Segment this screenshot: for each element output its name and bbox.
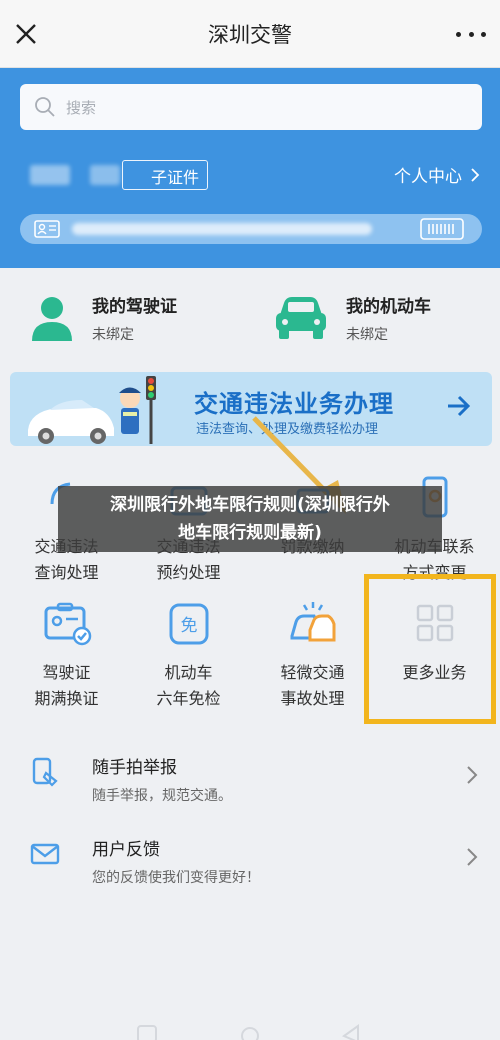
license-status: 未绑定	[92, 327, 134, 343]
vehicle-title: 我的机动车	[346, 297, 431, 317]
license-renewal[interactable]: 驾驶证 期满换证	[4, 600, 129, 712]
car-icon	[276, 297, 326, 339]
personal-center-link[interactable]: 个人中心	[394, 162, 480, 187]
grid-label: 轻微交通	[280, 663, 345, 682]
feature-list: 随手拍举报 随手举报，规范交通。 用户反馈 您的反馈使我们变得更好！	[0, 735, 500, 905]
account-header: 搜索 子证件 个人中心	[0, 68, 500, 268]
license-row: 我的驾驶证 未绑定 我的机动车 未绑定	[0, 268, 500, 366]
search-bar[interactable]: 搜索	[20, 84, 482, 130]
search-icon	[35, 97, 55, 117]
banner-illustration	[28, 376, 156, 444]
identity-row: 子证件 个人中心	[30, 160, 480, 190]
close-icon[interactable]	[12, 20, 40, 48]
caption-line: 深圳限行外地车限行规则(深圳限行外	[110, 495, 390, 515]
overlay-caption: 深圳限行外地车限行规则(深圳限行外 地车限行规则最新)	[58, 486, 442, 552]
caption-line: 地车限行规则最新)	[178, 523, 322, 543]
exempt-badge-icon: 免	[169, 603, 208, 645]
my-vehicle[interactable]: 我的机动车 未绑定	[274, 288, 431, 348]
chevron-right-icon	[467, 848, 478, 866]
minor-accident[interactable]: 轻微交通 事故处理	[250, 600, 375, 712]
accident-icon	[290, 602, 335, 642]
highlight-frame	[364, 574, 496, 724]
list-item-title: 随手拍举报	[92, 758, 177, 778]
list-item-subtitle: 您的反馈使我们变得更好！	[92, 870, 260, 886]
blurred-name	[90, 165, 120, 185]
my-driver-license[interactable]: 我的驾驶证 未绑定	[30, 288, 177, 348]
list-item-feedback[interactable]: 用户反馈 您的反馈使我们变得更好！	[0, 817, 500, 897]
id-card-icon	[34, 220, 60, 238]
grid-label: 驾驶证	[42, 663, 91, 682]
list-item-title: 用户反馈	[92, 840, 160, 860]
person-icon	[32, 297, 72, 341]
e-certificate-badge[interactable]: 子证件	[122, 160, 209, 190]
grid-label: 机动车	[164, 663, 213, 682]
barcode-icon[interactable]	[420, 218, 464, 240]
search-placeholder: 搜索	[66, 98, 97, 117]
license-title: 我的驾驶证	[92, 297, 177, 317]
system-nav-bar	[137, 1024, 359, 1040]
list-item-photo-report[interactable]: 随手拍举报 随手举报，规范交通。	[0, 735, 500, 815]
photo-report-icon	[32, 757, 58, 787]
more-options-icon[interactable]	[456, 22, 486, 46]
grid-label: 预约处理	[156, 563, 221, 582]
chevron-right-icon	[467, 766, 478, 784]
chevron-right-icon	[471, 167, 480, 182]
svg-text:免: 免	[180, 616, 197, 636]
blurred-name	[30, 165, 70, 185]
license-card-icon	[44, 602, 91, 646]
list-item-subtitle: 随手举报，规范交通。	[92, 788, 232, 804]
id-card-bar[interactable]	[20, 214, 482, 244]
six-year-exemption[interactable]: 免 机动车 六年免检	[126, 600, 251, 712]
arrow-right-icon	[448, 395, 471, 417]
grid-label: 查询处理	[34, 563, 99, 582]
vehicle-status: 未绑定	[346, 327, 388, 343]
blurred-id-number	[72, 223, 372, 235]
mail-icon	[30, 843, 60, 865]
grid-label: 六年免检	[156, 689, 221, 708]
grid-label: 期满换证	[34, 689, 99, 708]
page-title: 深圳交警	[208, 22, 292, 47]
top-bar: 深圳交警	[0, 0, 500, 68]
grid-label: 事故处理	[280, 689, 345, 708]
